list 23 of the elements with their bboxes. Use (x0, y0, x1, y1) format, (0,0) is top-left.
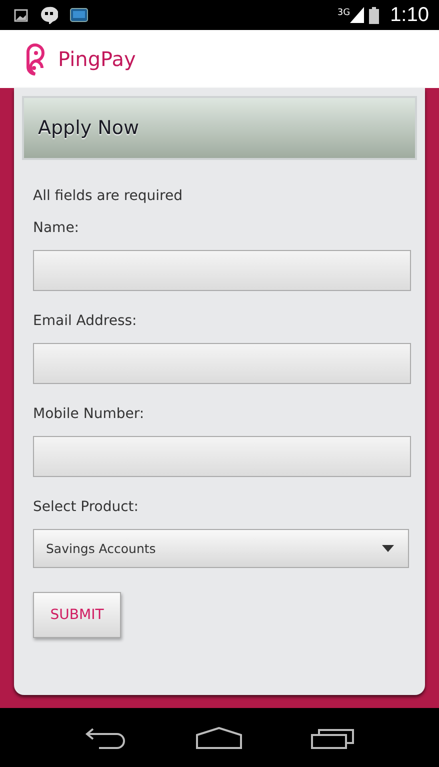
clock: 1:10 (390, 4, 429, 26)
network-type: 3G (337, 8, 350, 18)
field-label: Name: (33, 220, 80, 236)
back-icon[interactable] (84, 726, 126, 748)
monitor-icon (70, 8, 88, 22)
form-title: Apply Now (38, 117, 140, 139)
product-dropdown[interactable]: Savings Accounts (33, 529, 409, 568)
recent-apps-icon[interactable] (310, 726, 354, 748)
input-field[interactable] (33, 250, 411, 291)
field-label: Email Address: (33, 313, 138, 329)
input-field[interactable] (33, 436, 411, 477)
input-field[interactable] (33, 343, 411, 384)
submit-button[interactable]: SUBMIT (33, 592, 121, 638)
signal-icon (350, 7, 364, 23)
caret-icon (382, 545, 394, 552)
home-icon[interactable] (196, 726, 242, 748)
chat-bubble-icon (40, 6, 58, 24)
app-title: PingPay (58, 47, 136, 71)
required-note: All fields are required (33, 188, 184, 204)
battery-icon (369, 6, 380, 24)
image-icon (14, 8, 28, 22)
field-label: Mobile Number: (33, 406, 146, 422)
field-label: Select Product: (33, 499, 140, 515)
